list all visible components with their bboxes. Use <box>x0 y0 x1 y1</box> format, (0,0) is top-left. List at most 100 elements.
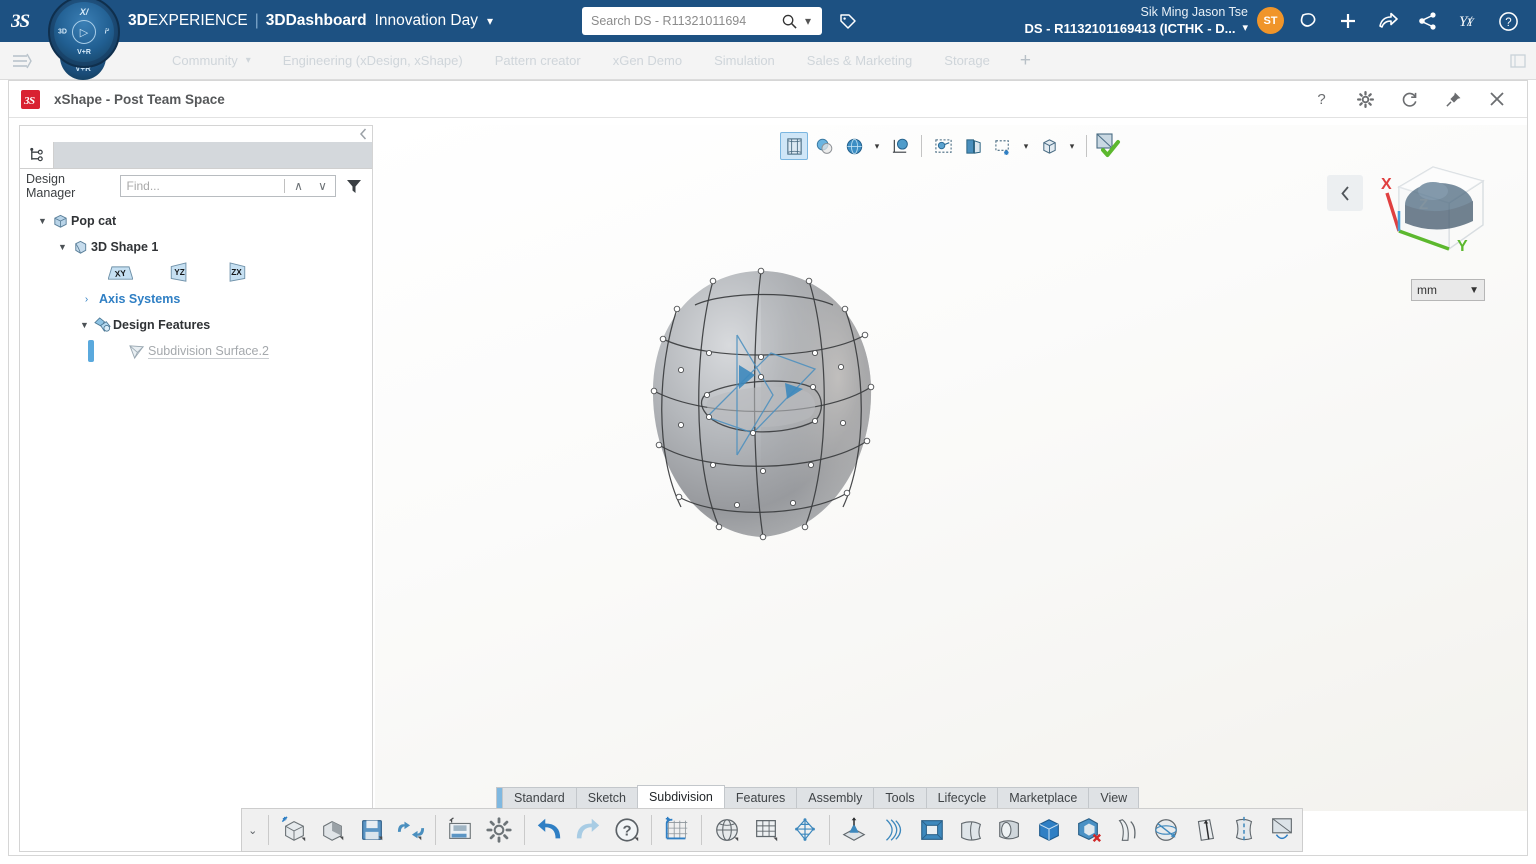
tree-node-design-features[interactable]: ▼ Design Features <box>20 312 372 338</box>
tab-tools[interactable]: Tools <box>873 787 926 808</box>
tree-node-subdivision-surface[interactable]: Subdivision Surface.2 <box>20 338 372 364</box>
tab-features[interactable]: Features <box>724 787 797 808</box>
dashboard-tab-pattern-creator[interactable]: Pattern creator <box>479 42 597 80</box>
expander-icon[interactable]: ▼ <box>78 320 91 330</box>
dashboard-tab-storage[interactable]: Storage <box>928 42 1006 80</box>
frame-icon[interactable] <box>913 810 952 850</box>
tree-structure-icon[interactable] <box>20 142 54 168</box>
help-circle-icon[interactable]: ? <box>608 810 647 850</box>
add-icon[interactable] <box>1328 0 1368 42</box>
sphere-primitive-icon[interactable] <box>707 810 746 850</box>
user-account[interactable]: DS - R1132101169413 (ICTHK - D... ▾ <box>1024 21 1248 37</box>
unit-chevron-down-icon[interactable]: ▼ <box>1469 285 1479 296</box>
expander-icon[interactable]: ▼ <box>56 242 69 252</box>
find-previous-button[interactable]: ∧ <box>287 179 311 193</box>
box-display-icon[interactable] <box>1035 132 1063 160</box>
save-icon[interactable] <box>352 810 391 850</box>
expander-icon[interactable]: ▼ <box>36 216 49 226</box>
dashboard-tab-community[interactable]: Community ▾ <box>156 42 267 80</box>
surface-fold-icon[interactable] <box>952 810 991 850</box>
unit-selector[interactable]: mm ▼ <box>1411 279 1485 301</box>
find-next-button[interactable]: ∨ <box>311 179 335 193</box>
dashboard-tab-engineering[interactable]: Engineering (xDesign, xShape) <box>267 42 479 80</box>
magnifier-globe-icon[interactable] <box>886 132 914 160</box>
validate-icon[interactable] <box>1094 132 1122 160</box>
dashboard-tab-xgen-demo[interactable]: xGen Demo <box>597 42 698 80</box>
global-search[interactable]: ▾ <box>582 7 822 35</box>
close-icon[interactable] <box>1475 81 1519 118</box>
compass-west-label[interactable]: 3D <box>58 29 67 36</box>
search-icon[interactable] <box>780 14 798 29</box>
collaboration-icon[interactable]: Y/Y <box>1448 0 1488 42</box>
settings-gear-icon[interactable] <box>480 810 519 850</box>
search-input[interactable] <box>591 14 780 28</box>
menu-icon[interactable] <box>0 53 44 69</box>
tag-icon[interactable] <box>836 9 860 33</box>
dashboard-tab-sales-marketing[interactable]: Sales & Marketing <box>791 42 929 80</box>
panel-collapse-button[interactable] <box>20 126 372 142</box>
tab-subdivision[interactable]: Subdivision <box>637 785 725 808</box>
tab-standard[interactable]: Standard <box>502 787 577 808</box>
save-as-icon[interactable] <box>441 810 480 850</box>
tree-node-pop-cat[interactable]: ▼ Pop cat <box>20 208 372 234</box>
crease-icon[interactable] <box>1146 810 1185 850</box>
gear-icon[interactable] <box>1343 81 1387 118</box>
share-arrow-icon[interactable] <box>1368 0 1408 42</box>
notification-bell-icon[interactable] <box>1288 0 1328 42</box>
render-style-icon[interactable] <box>780 132 808 160</box>
symmetry-globe-icon[interactable] <box>1185 810 1224 850</box>
find-input[interactable] <box>127 179 282 193</box>
redo-icon[interactable] <box>569 810 608 850</box>
section-view-icon[interactable] <box>959 132 987 160</box>
globe-display-icon[interactable] <box>840 132 868 160</box>
refresh-icon[interactable] <box>1387 81 1431 118</box>
plane-zx-icon[interactable]: ZX <box>226 262 247 284</box>
user-chevron-down-icon[interactable]: ▾ <box>1242 22 1248 36</box>
undo-icon[interactable] <box>530 810 569 850</box>
viewport-panel-toggle-button[interactable] <box>1327 175 1363 211</box>
dashboard-name[interactable]: Innovation Day <box>375 12 478 30</box>
box-display-chevron-icon[interactable]: ▾ <box>1065 141 1079 152</box>
plane-xy-icon[interactable]: XY <box>108 264 133 283</box>
selection-box-icon[interactable] <box>929 132 957 160</box>
transparency-icon[interactable] <box>810 132 838 160</box>
fill-surface-icon[interactable] <box>1030 810 1069 850</box>
plane-primitive-icon[interactable] <box>746 810 785 850</box>
open-shape-icon[interactable] <box>313 810 352 850</box>
grid-snap-icon[interactable] <box>657 810 696 850</box>
avatar[interactable]: ST <box>1257 7 1284 34</box>
add-dashboard-tab-button[interactable]: + <box>1006 50 1045 72</box>
compass-east-label[interactable]: i² <box>105 29 109 36</box>
3d-viewport[interactable]: ▾ ▾ ▾ <box>375 125 1527 811</box>
user-info[interactable]: Sik Ming Jason Tse DS - R1132101169413 (… <box>1024 0 1248 42</box>
split-icon[interactable] <box>1068 810 1107 850</box>
bridge-icon[interactable] <box>991 810 1030 850</box>
toolbar-expander-icon[interactable]: ⌄ <box>242 824 263 837</box>
compass-south-label[interactable]: V+R <box>77 49 91 56</box>
mesh-primitive-icon[interactable] <box>785 810 824 850</box>
network-share-icon[interactable] <box>1408 0 1448 42</box>
marquee-select-icon[interactable] <box>989 132 1017 160</box>
tree-node-axis-systems[interactable]: › Axis Systems <box>20 286 372 312</box>
tabstrip-expand-icon[interactable] <box>1510 54 1526 68</box>
tab-marketplace[interactable]: Marketplace <box>997 787 1089 808</box>
tab-view[interactable]: View <box>1088 787 1139 808</box>
refresh-shape-icon[interactable] <box>391 810 430 850</box>
expander-collapsed-icon[interactable]: › <box>80 294 93 305</box>
tree-find-field[interactable]: ∧ ∨ <box>120 175 336 197</box>
subdivision-surface-model[interactable] <box>633 265 893 555</box>
help-icon[interactable]: ? <box>1488 0 1528 42</box>
plane-yz-icon[interactable]: YZ <box>169 262 190 284</box>
navigation-cube[interactable]: X Y Z <box>1363 149 1503 269</box>
filter-funnel-icon[interactable] <box>344 178 365 194</box>
delete-face-icon[interactable] <box>1107 810 1146 850</box>
tab-lifecycle[interactable]: Lifecycle <box>926 787 999 808</box>
search-chevron-down-icon[interactable]: ▾ <box>798 14 818 28</box>
dashboard-tab-simulation[interactable]: Simulation <box>698 42 791 80</box>
pin-icon[interactable] <box>1431 81 1475 118</box>
dashboard-chevron-down-icon[interactable]: ▾ <box>487 14 493 28</box>
marquee-select-chevron-icon[interactable]: ▾ <box>1019 141 1033 152</box>
globe-display-chevron-icon[interactable]: ▾ <box>870 141 884 152</box>
compass-play-icon[interactable]: ▷ <box>72 20 96 44</box>
align-icon[interactable] <box>1224 810 1263 850</box>
